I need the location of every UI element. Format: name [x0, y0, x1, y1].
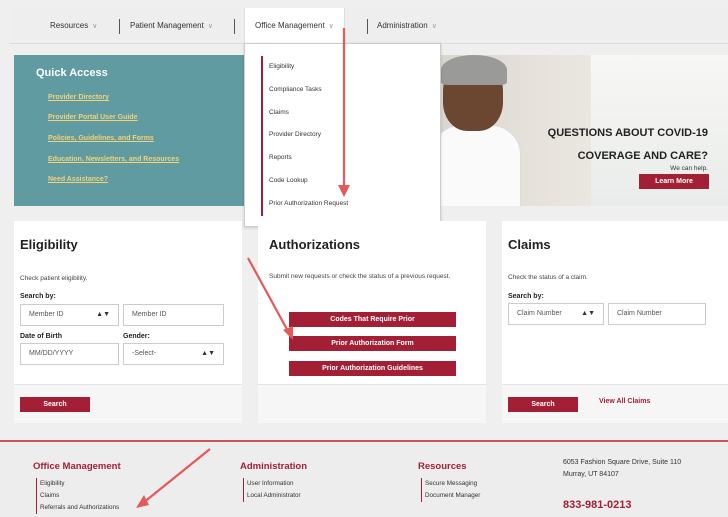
footer-administration-title: Administration: [240, 461, 308, 472]
dropdown-item-claims[interactable]: Claims: [269, 109, 289, 116]
view-all-claims-link[interactable]: View All Claims: [599, 398, 650, 405]
nav-administration-label: Administration: [377, 21, 428, 30]
hero-doctor-hair: [441, 55, 507, 85]
footer-link-user-information[interactable]: User Information: [247, 480, 294, 487]
hero-doctor-coat: [441, 125, 521, 206]
eligibility-title: Eligibility: [20, 237, 78, 252]
footer-phone[interactable]: 833-981-0213: [563, 499, 632, 511]
footer-link-referrals[interactable]: Referrals and Authorizations: [40, 504, 119, 511]
select-arrows-icon: ▲▼: [96, 311, 110, 318]
codes-that-require-prior-button[interactable]: Codes That Require Prior: [289, 312, 456, 327]
nav-divider: [119, 19, 120, 34]
eligibility-button-bar: Search: [14, 384, 242, 423]
footer-accent-bar: [36, 478, 37, 514]
eligibility-search-by-select[interactable]: Member ID ▲▼: [20, 304, 119, 326]
dob-placeholder: MM/DD/YYYY: [29, 350, 74, 357]
footer-resources-title: Resources: [418, 461, 467, 472]
claims-button-bar: Search View All Claims: [502, 384, 728, 423]
dropdown-item-code-lookup[interactable]: Code Lookup: [269, 177, 308, 184]
quick-link-provider-directory[interactable]: Provider Directory: [48, 94, 109, 101]
dropdown-item-compliance-tasks[interactable]: Compliance Tasks: [269, 86, 322, 93]
learn-more-button[interactable]: Learn More: [639, 174, 709, 189]
gender-label: Gender:: [123, 333, 150, 340]
search-by-value: Member ID: [29, 311, 64, 318]
chevron-down-icon: ∨: [92, 23, 98, 30]
claim-number-input[interactable]: Claim Number: [608, 303, 706, 325]
office-management-dropdown: Eligibility Compliance Tasks Claims Prov…: [244, 43, 441, 227]
quick-link-policies[interactable]: Policies, Guidelines, and Forms: [48, 135, 154, 142]
nav-patient-management[interactable]: Patient Management ∨: [130, 8, 213, 44]
dob-label: Date of Birth: [20, 333, 62, 340]
quick-link-user-guide[interactable]: Provider Portal User Guide: [48, 114, 137, 121]
footer-accent-bar: [243, 478, 244, 502]
dropdown-item-eligibility[interactable]: Eligibility: [269, 63, 294, 70]
nav-administration[interactable]: Administration ∨: [377, 8, 437, 44]
gender-value: -Select-: [132, 350, 157, 357]
dropdown-item-provider-directory[interactable]: Provider Directory: [269, 131, 321, 138]
nav-patient-management-label: Patient Management: [130, 21, 204, 30]
footer-link-local-administrator[interactable]: Local Administrator: [247, 492, 301, 499]
gender-select[interactable]: -Select- ▲▼: [123, 343, 224, 365]
nav-office-management[interactable]: Office Management ∨: [244, 8, 345, 44]
search-by-label: Search by:: [20, 293, 56, 300]
claims-panel: Claims Check the status of a claim. Sear…: [502, 221, 728, 423]
quick-link-education[interactable]: Education, Newsletters, and Resources: [48, 156, 179, 163]
authorizations-panel: Authorizations Submit new requests or ch…: [258, 221, 486, 423]
authorizations-button-bar: [258, 384, 486, 423]
claims-search-button[interactable]: Search: [508, 397, 578, 412]
claims-title: Claims: [508, 237, 551, 252]
claims-search-by-select[interactable]: Claim Number ▲▼: [508, 303, 604, 325]
footer-link-document-manager[interactable]: Document Manager: [425, 492, 480, 499]
chevron-down-icon: ∨: [328, 23, 334, 30]
dropdown-item-reports[interactable]: Reports: [269, 154, 292, 161]
hero-headline-2: COVERAGE AND CARE?: [577, 150, 708, 162]
quick-link-need-assistance[interactable]: Need Assistance?: [48, 176, 108, 183]
footer-address-line2: Murray, UT 84107: [563, 471, 619, 478]
quick-access-panel: Quick Access Provider Directory Provider…: [14, 55, 244, 206]
footer-address-line1: 6053 Fashion Square Drive, Suite 110: [563, 459, 682, 466]
footer-link-claims[interactable]: Claims: [40, 492, 59, 499]
footer-office-management-title: Office Management: [33, 461, 121, 472]
covid-hero-banner: QUESTIONS ABOUT COVID-19 COVERAGE AND CA…: [441, 55, 728, 206]
nav-resources-label: Resources: [50, 21, 89, 30]
nav-divider: [234, 19, 235, 34]
member-id-placeholder: Member ID: [132, 311, 167, 318]
footer: Office Management Eligibility Claims Ref…: [0, 440, 728, 517]
top-nav: Resources ∨ Patient Management ∨ Office Ma…: [10, 8, 728, 44]
dropdown-item-prior-authorization-request[interactable]: Prior Authorization Request: [269, 200, 348, 207]
claim-number-placeholder: Claim Number: [617, 310, 662, 317]
claims-search-by-value: Claim Number: [517, 310, 562, 317]
authorizations-title: Authorizations: [269, 237, 360, 252]
eligibility-panel: Eligibility Check patient eligibility. S…: [14, 221, 242, 423]
select-arrows-icon: ▲▼: [581, 310, 595, 317]
quick-access-title: Quick Access: [36, 67, 108, 79]
nav-divider: [367, 19, 368, 34]
claims-description: Check the status of a claim.: [508, 274, 588, 281]
eligibility-description: Check patient eligibility.: [20, 275, 88, 282]
chevron-down-icon: ∨: [207, 23, 213, 30]
dob-input[interactable]: MM/DD/YYYY: [20, 343, 119, 365]
footer-link-secure-messaging[interactable]: Secure Messaging: [425, 480, 477, 487]
footer-link-eligibility[interactable]: Eligibility: [40, 480, 65, 487]
authorizations-description: Submit new requests or check the status …: [269, 273, 451, 280]
footer-accent-bar: [421, 478, 422, 502]
hero-subtext: We can help.: [670, 165, 708, 172]
prior-authorization-guidelines-button[interactable]: Prior Authorization Guidelines: [289, 361, 456, 376]
nav-office-management-label: Office Management: [255, 21, 325, 30]
chevron-down-icon: ∨: [431, 23, 437, 30]
dropdown-accent-bar: [261, 56, 263, 216]
claims-search-by-label: Search by:: [508, 293, 544, 300]
member-id-input[interactable]: Member ID: [123, 304, 224, 326]
eligibility-search-button[interactable]: Search: [20, 397, 90, 412]
select-arrows-icon: ▲▼: [201, 350, 215, 357]
hero-headline-1: QUESTIONS ABOUT COVID-19: [547, 127, 708, 139]
nav-resources[interactable]: Resources ∨: [50, 8, 97, 44]
prior-authorization-form-button[interactable]: Prior Authorization Form: [289, 336, 456, 351]
